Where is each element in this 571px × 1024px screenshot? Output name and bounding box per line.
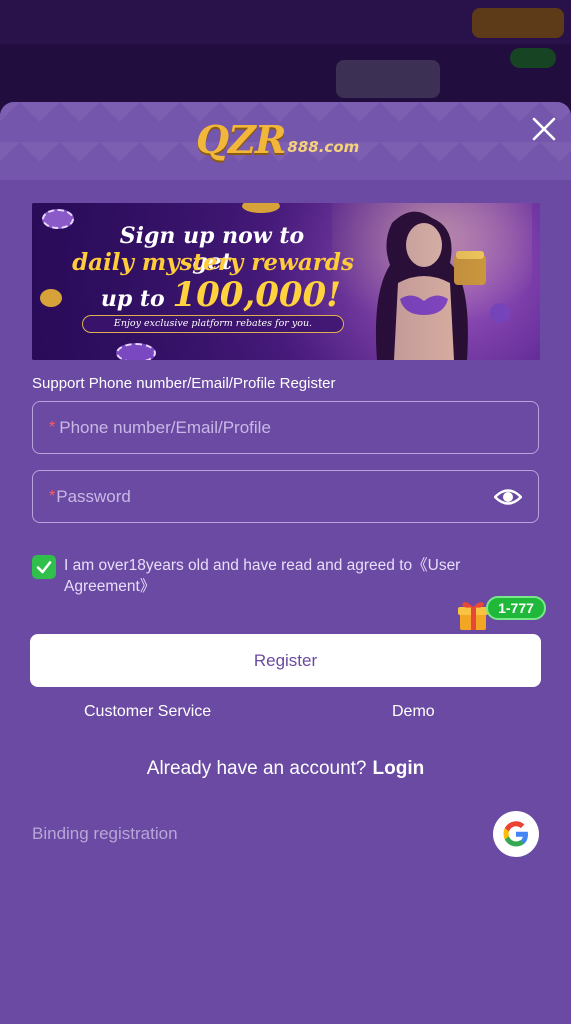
eye-icon[interactable] [493,484,523,510]
close-icon[interactable] [529,114,559,144]
required-mark: * [49,418,56,436]
account-prompt-text: Already have an account? [146,758,367,779]
coin-decoration [40,289,62,307]
binding-registration-label: Binding registration [32,824,178,843]
promo-banner[interactable]: Sign up now to get daily mystery rewards… [32,203,540,360]
customer-service-link[interactable]: Customer Service [84,703,211,721]
modal-header: QZR 888.com [0,102,571,180]
banner-amount: 100,000! [172,275,342,315]
agreement-text[interactable]: I am over18years old and have read and a… [64,555,534,597]
logo-main-text: QZR [196,117,286,162]
support-register-label: Support Phone number/Email/Profile Regis… [32,375,336,392]
casino-chip-decoration [116,343,156,360]
banner-headline-2: daily mystery rewards [72,249,354,276]
login-prompt: Already have an account? Login [0,758,571,780]
required-mark: * [49,487,56,505]
password-field[interactable]: * Password [32,470,539,523]
register-modal: QZR 888.com Sign up now to get daily mys… [0,102,571,1024]
logo-sub-text: 888.com [287,138,360,156]
gift-icon [458,601,488,630]
google-login-button[interactable] [493,811,539,857]
banner-headline-3: up to 100,000! [76,275,366,315]
login-link[interactable]: Login [373,758,425,779]
banner-ribbon-text: Enjoy exclusive platform rebates for you… [82,315,344,333]
phone-email-placeholder: Phone number/Email/Profile [59,417,271,437]
password-placeholder: Password [56,486,131,506]
google-icon [503,821,528,847]
phone-email-field[interactable]: * Phone number/Email/Profile [32,401,539,454]
casino-chip-decoration [42,209,74,229]
check-icon [36,561,52,574]
gift-reward-badge[interactable]: 1-777 [456,596,548,632]
agreement-checkbox[interactable] [32,555,56,579]
register-button[interactable]: Register [30,634,541,687]
demo-link[interactable]: Demo [392,703,435,721]
site-logo: QZR 888.com [196,117,360,162]
gift-reward-label: 1-777 [486,596,546,620]
banner-amount-prefix: up to [100,286,173,312]
